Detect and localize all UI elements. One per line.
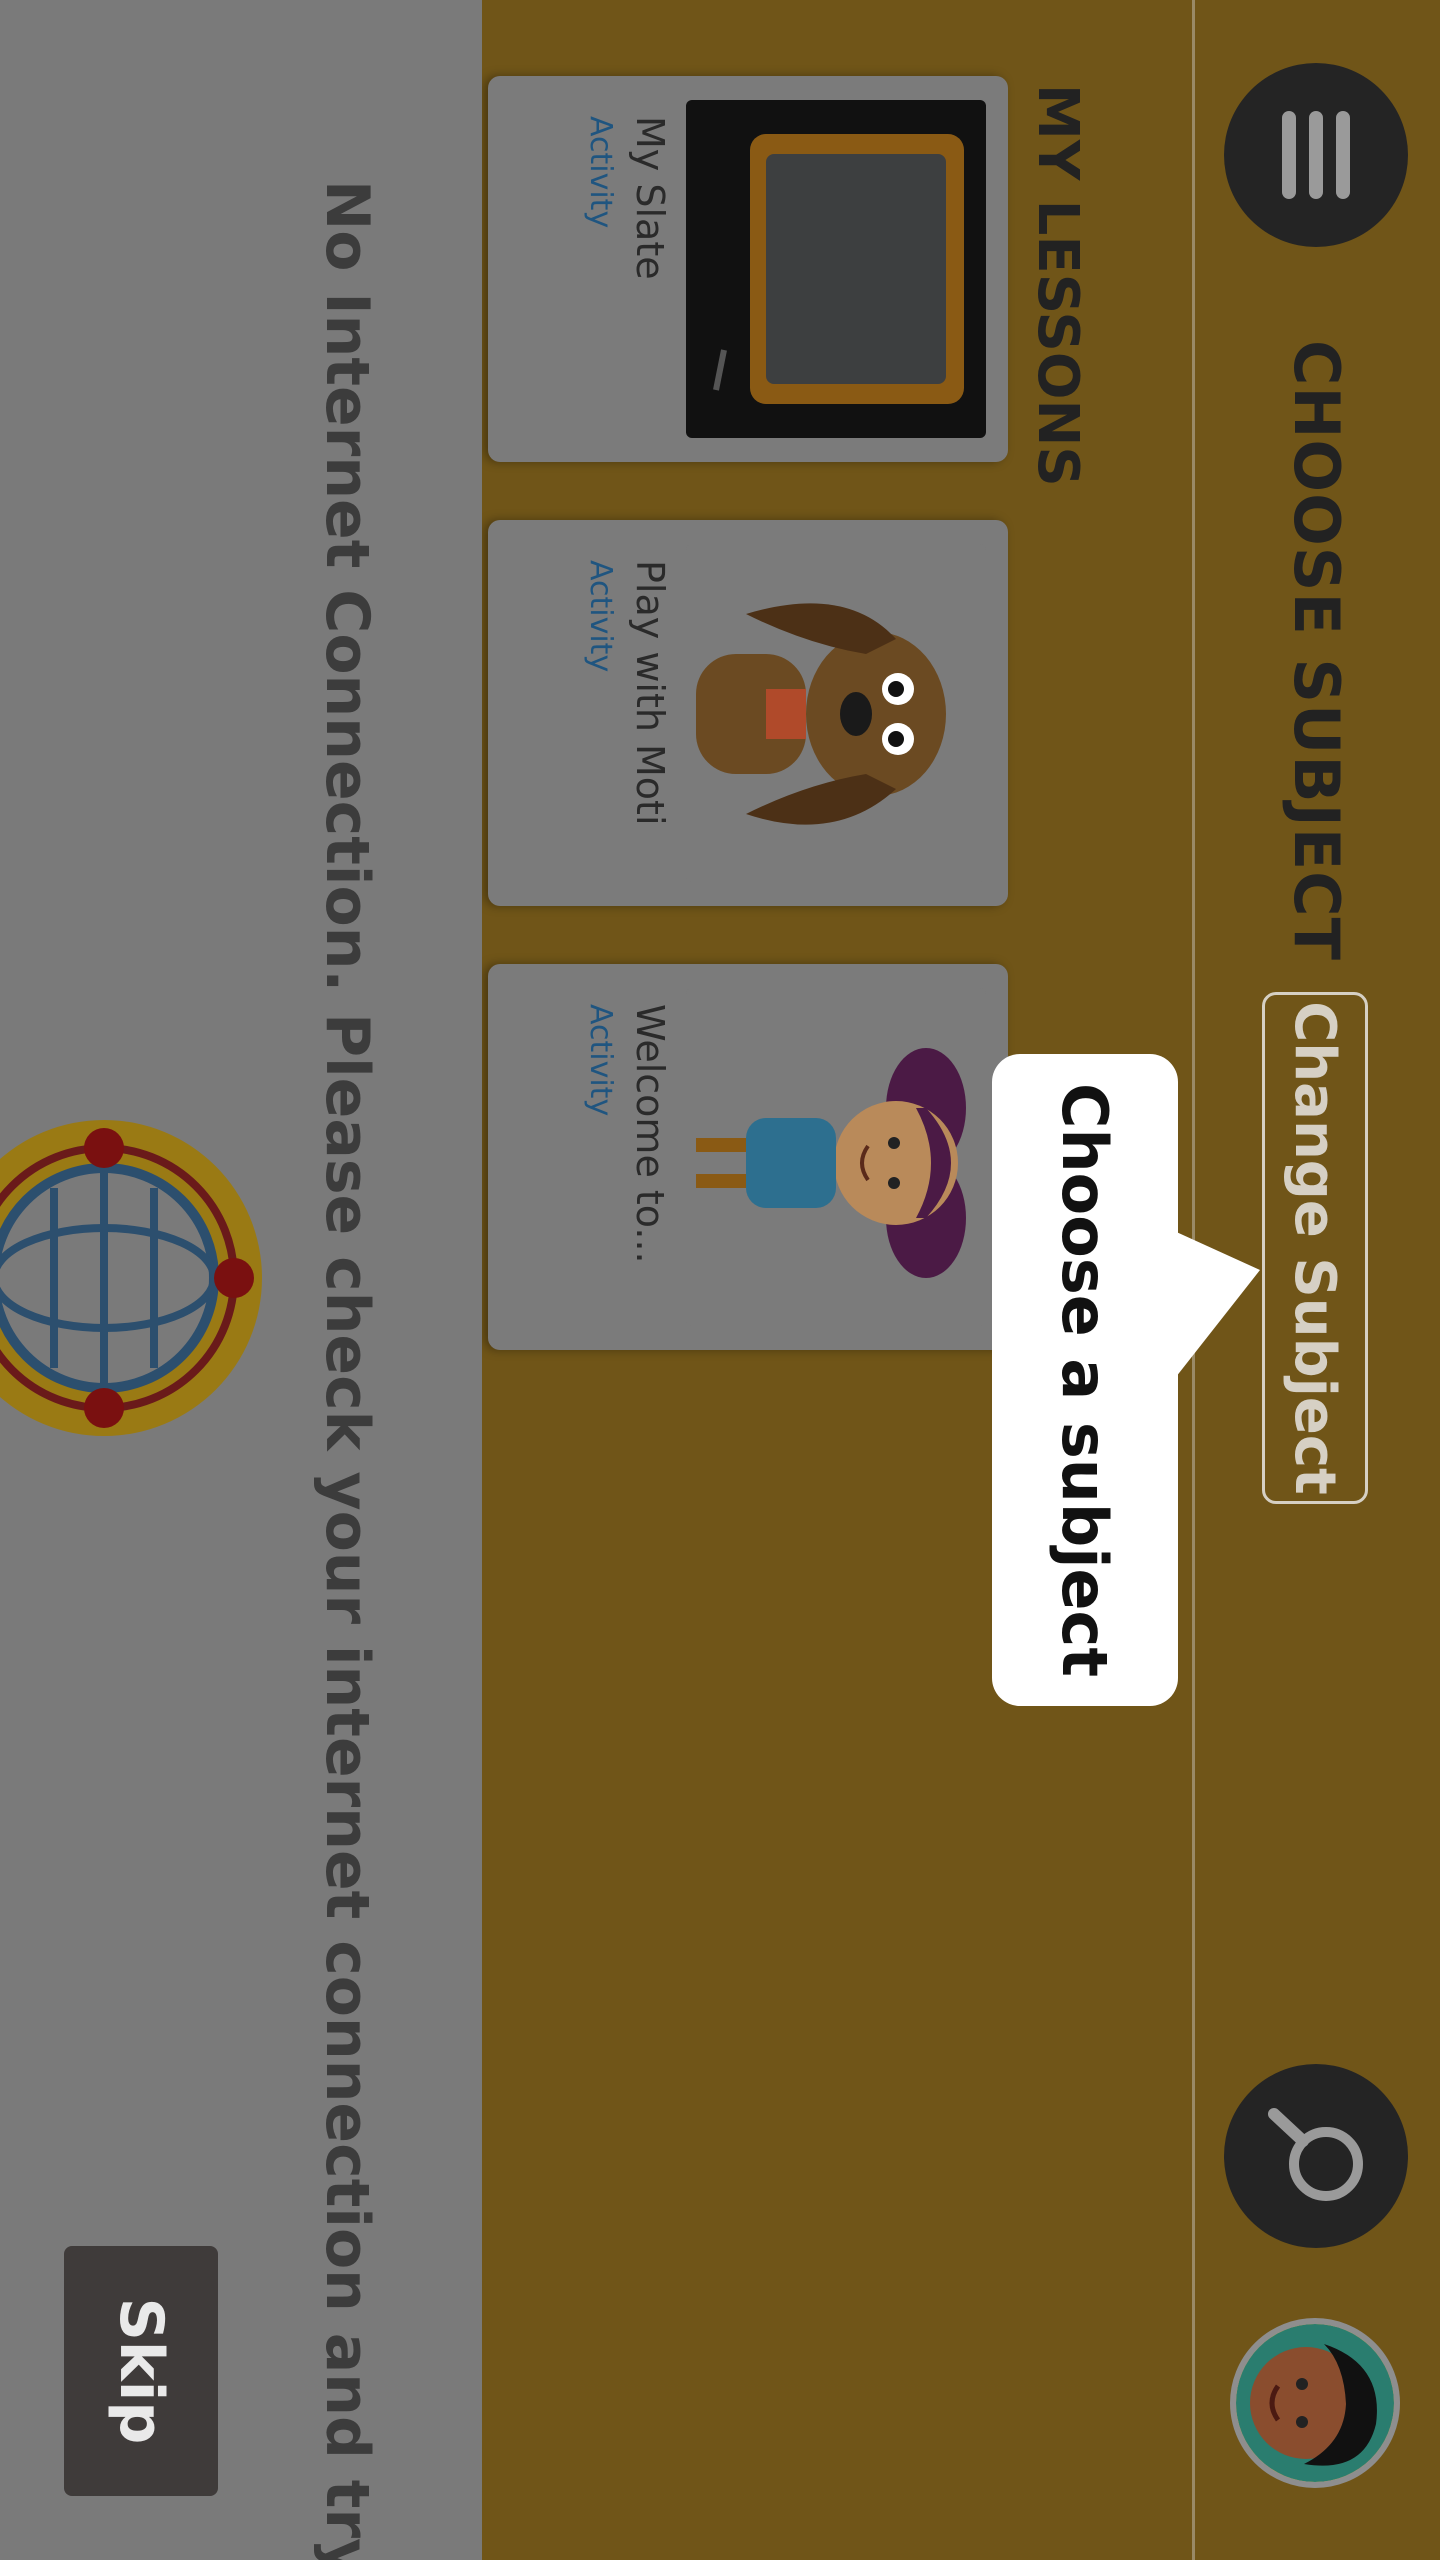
child-avatar-icon xyxy=(1236,2324,1394,2482)
change-subject-button[interactable]: Change Subject xyxy=(1262,992,1368,1504)
section-title: MY LESSONS xyxy=(1025,84,1090,487)
lesson-card-play-with-moti[interactable]: Play with Moti Activity xyxy=(488,520,1008,906)
search-button[interactable] xyxy=(1224,2064,1408,2248)
globe-icon xyxy=(0,1118,264,1438)
card-title: My Slate xyxy=(628,116,672,280)
card-type: Activity xyxy=(583,116,618,229)
card-title: Welcome to... xyxy=(628,1004,672,1264)
menu-button[interactable] xyxy=(1224,63,1408,247)
card-type: Activity xyxy=(583,1004,618,1117)
moti-dog-image xyxy=(686,544,986,882)
choose-subject-tooltip: Choose a subject xyxy=(992,1054,1178,1706)
card-title: Play with Moti xyxy=(628,560,672,826)
lesson-card-my-slate[interactable]: My Slate Activity xyxy=(488,76,1008,462)
search-icon xyxy=(1268,2108,1363,2201)
slate-chalkboard-image xyxy=(686,100,986,438)
page-title: CHOOSE SUBJECT xyxy=(1280,340,1353,961)
no-internet-message: No Internet Connection. Please check you… xyxy=(312,180,382,2560)
card-type: Activity xyxy=(583,560,618,673)
hamburger-menu-icon xyxy=(1282,111,1350,199)
app-screen: CHOOSE SUBJECT Change Subject MY LESSONS xyxy=(0,0,1440,2560)
avatar[interactable] xyxy=(1230,2318,1400,2488)
skip-button[interactable]: Skip xyxy=(64,2246,218,2496)
lesson-card-welcome[interactable]: Welcome to... Activity xyxy=(488,964,1008,1350)
girl-character-image xyxy=(686,988,986,1326)
